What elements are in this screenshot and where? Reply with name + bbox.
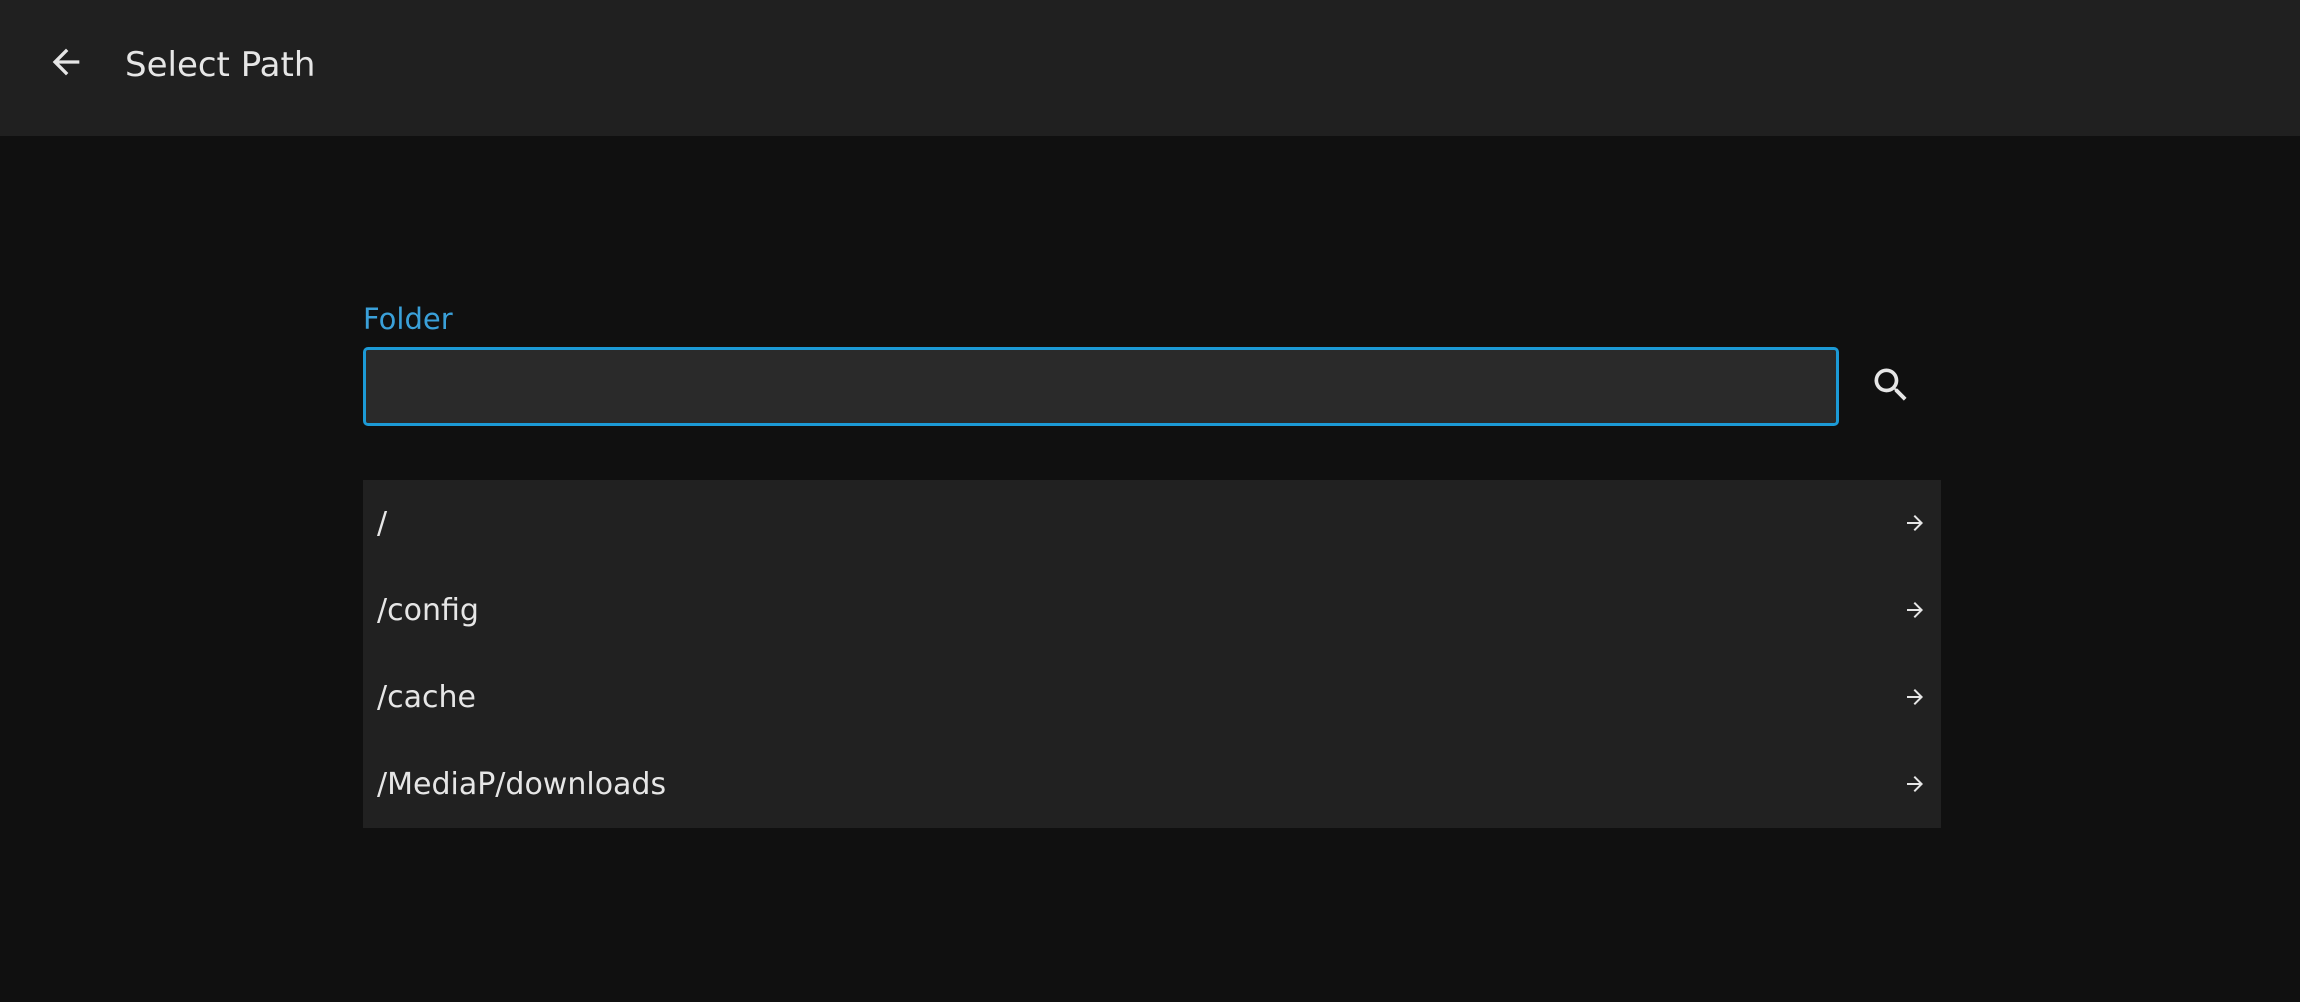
search-button[interactable] — [1858, 352, 1924, 418]
path-label: /config — [377, 593, 479, 628]
arrow-right-icon — [1901, 596, 1929, 624]
app-header: Select Path — [0, 0, 2300, 136]
back-button[interactable] — [34, 30, 98, 94]
path-item-config[interactable]: /config — [363, 567, 1941, 654]
path-label: / — [377, 506, 388, 541]
path-item-cache[interactable]: /cache — [363, 654, 1941, 741]
search-icon — [1874, 368, 1907, 401]
arrow-right-icon — [1901, 509, 1929, 537]
path-label: /cache — [377, 680, 476, 715]
folder-label: Folder — [363, 302, 453, 336]
page-title: Select Path — [125, 45, 316, 85]
path-label: /MediaP/downloads — [377, 767, 667, 802]
arrow-left-icon — [52, 48, 80, 76]
path-item-mediap-downloads[interactable]: /MediaP/downloads — [363, 741, 1941, 828]
arrow-right-icon — [1901, 683, 1929, 711]
folder-input[interactable] — [363, 347, 1839, 426]
path-list: / /config /cache /MediaP/downloads — [363, 480, 1941, 828]
path-item-root[interactable]: / — [363, 480, 1941, 567]
arrow-right-icon — [1901, 770, 1929, 798]
